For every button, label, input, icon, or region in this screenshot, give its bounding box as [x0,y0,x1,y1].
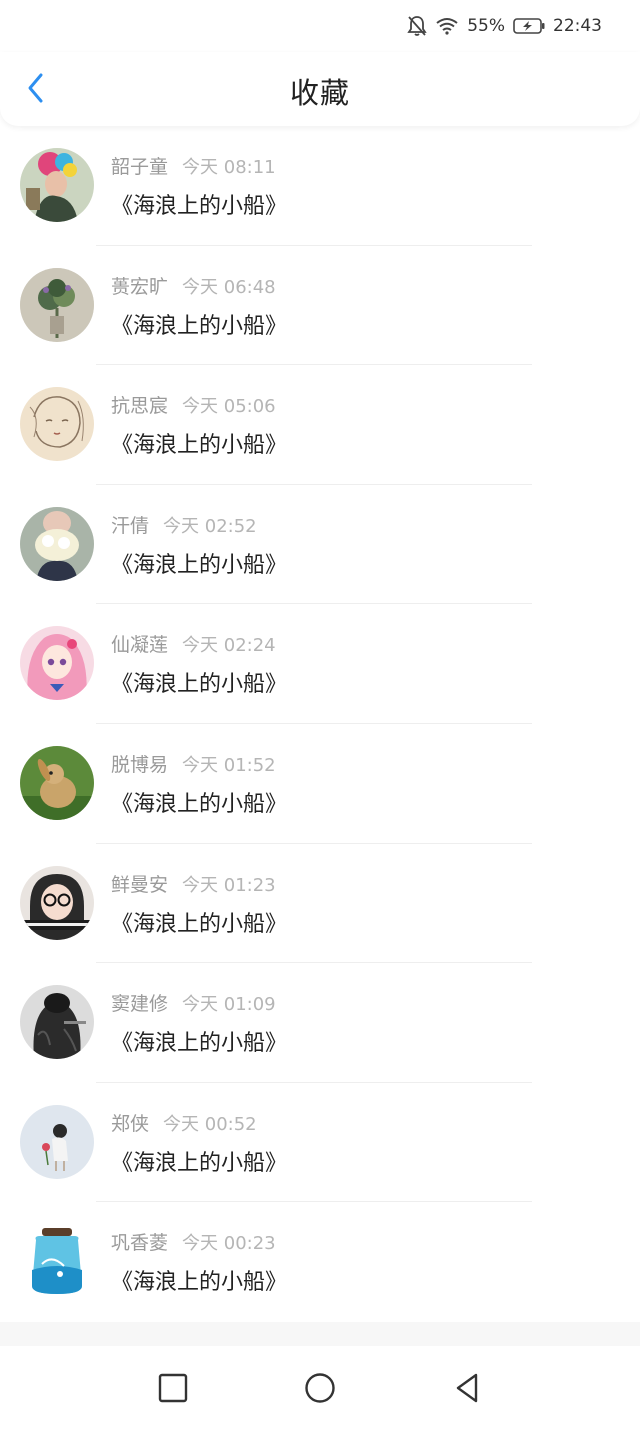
timestamp: 今天 00:52 [163,1113,257,1135]
timestamp: 今天 08:11 [182,157,276,178]
avatar [20,745,94,820]
system-nav-bar [0,1346,640,1433]
favorite-item[interactable]: 鲜曼安 今天 01:23 《海浪上的小船》 [0,843,640,964]
favorite-item[interactable]: 蒉宏旷 今天 06:48 《海浪上的小船》 [0,245,640,366]
timestamp: 今天 00:23 [182,1233,276,1255]
favorite-item[interactable]: 郑侠 今天 00:52 《海浪上的小船》 [0,1082,640,1203]
header: 收藏 [0,52,640,126]
author-name: 蒉宏旷 [111,275,169,298]
avatar [20,626,94,701]
avatar [20,1104,94,1179]
favorite-item[interactable]: 抗思宸 今天 05:06 《海浪上的小船》 [0,365,640,485]
favorite-item[interactable]: 脱博易 今天 01:52 《海浪上的小船》 [0,723,640,844]
timestamp: 今天 05:06 [182,396,276,418]
timestamp: 今天 01:52 [182,754,276,776]
item-title: 《海浪上的小船》 [111,433,288,459]
avatar [20,985,94,1060]
back-triangle-icon [454,1372,480,1408]
item-title: 《海浪上的小船》 [111,791,288,817]
author-name: 仙凝莲 [111,634,169,657]
bell-muted-icon [407,15,427,37]
item-title: 《海浪上的小船》 [111,1031,288,1057]
favorites-list: 韶子童 今天 08:11 《海浪上的小船》 蒉宏旷 今天 06:48 《海浪上的小船… [0,126,640,1322]
recent-apps-icon [158,1373,188,1407]
status-time: 22:43 [553,16,602,36]
timestamp: 今天 01:09 [182,994,276,1016]
author-name: 韶子童 [111,156,169,178]
avatar [20,267,94,342]
item-title: 《海浪上的小船》 [111,1270,288,1296]
back-nav-button[interactable] [442,1365,492,1415]
avatar [20,506,94,581]
avatar [20,865,94,940]
author-name: 汗倩 [111,514,150,537]
timestamp: 今天 02:24 [182,635,276,657]
author-name: 鲜曼安 [111,873,169,896]
battery-charging-icon [513,18,545,34]
favorite-item[interactable]: 汗倩 今天 02:52 《海浪上的小船》 [0,484,640,605]
recent-apps-button[interactable] [148,1365,198,1415]
timestamp: 今天 02:52 [163,515,257,537]
favorite-item[interactable]: 窦建修 今天 01:09 《海浪上的小船》 [0,963,640,1083]
item-title: 《海浪上的小船》 [111,194,288,219]
home-button[interactable] [295,1365,345,1415]
item-title: 《海浪上的小船》 [111,1150,288,1176]
page-title: 收藏 [289,76,350,110]
battery-percent: 55% [467,16,505,36]
item-title: 《海浪上的小船》 [111,672,288,698]
author-name: 郑侠 [111,1112,150,1135]
wifi-icon [435,17,459,35]
avatar [20,1224,94,1299]
author-name: 抗思宸 [111,395,169,418]
timestamp: 今天 01:23 [182,874,276,896]
item-title: 《海浪上的小船》 [111,552,288,578]
status-bar: 55% 22:43 [0,0,640,52]
favorite-item[interactable]: 巩香菱 今天 00:23 《海浪上的小船》 [0,1202,640,1322]
item-title: 《海浪上的小船》 [111,313,288,339]
author-name: 窦建修 [111,993,169,1016]
favorite-item[interactable]: 仙凝莲 今天 02:24 《海浪上的小船》 [0,604,640,724]
item-title: 《海浪上的小船》 [111,911,288,937]
author-name: 巩香菱 [111,1232,169,1255]
favorite-item[interactable]: 韶子童 今天 08:11 《海浪上的小船》 [0,126,640,246]
home-icon [304,1372,336,1408]
timestamp: 今天 06:48 [182,276,276,298]
avatar [20,148,94,222]
avatar [20,387,94,462]
author-name: 脱博易 [111,753,169,776]
